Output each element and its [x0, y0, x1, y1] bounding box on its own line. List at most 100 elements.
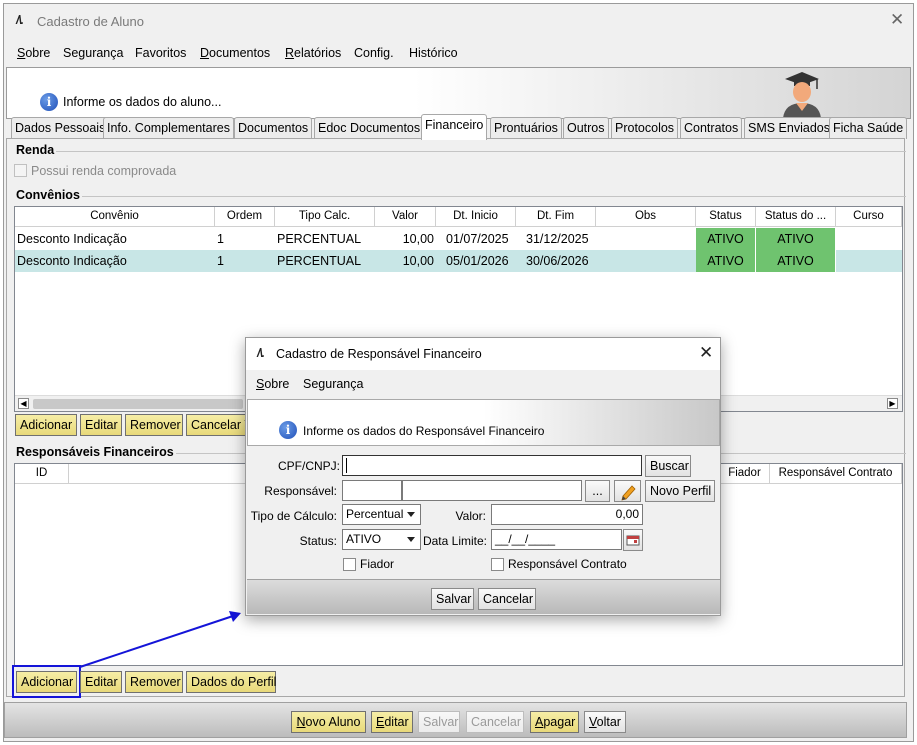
cpf-input[interactable]: [342, 455, 642, 476]
dialog-cancelar-button[interactable]: Cancelar: [478, 588, 536, 610]
voltar-button[interactable]: Voltar: [584, 711, 626, 733]
scroll-right-icon[interactable]: ▶: [887, 398, 898, 409]
responsavel-name-input[interactable]: [402, 480, 582, 501]
cell-inicio: 05/01/2026: [446, 254, 509, 268]
tab-dados-pessoais[interactable]: Dados Pessoais: [11, 117, 110, 139]
dialog-menu-sobre[interactable]: Sobre: [256, 377, 289, 391]
calendar-icon[interactable]: [623, 529, 643, 551]
tab-financeiro[interactable]: Financeiro: [421, 114, 488, 140]
menu-historico[interactable]: Histórico: [409, 46, 458, 60]
responsavel-dialog: /\. Cadastro de Responsável Financeiro ✕…: [245, 337, 721, 616]
novo-perfil-button[interactable]: Novo Perfil: [645, 480, 715, 502]
fiador-checkbox[interactable]: [343, 558, 356, 571]
col-responsavel-contrato[interactable]: Responsável Contrato: [770, 464, 902, 484]
convenios-remover-button[interactable]: Remover: [125, 414, 183, 436]
cell-ordem: 1: [217, 232, 224, 246]
table-row[interactable]: Desconto Indicação 1 PERCENTUAL 10,00 01…: [15, 228, 902, 250]
col-dt-fim[interactable]: Dt. Fim: [516, 207, 596, 227]
info-banner: i Informe os dados do aluno...: [6, 67, 911, 119]
dialog-title-bar: /\. Cadastro de Responsável Financeiro ✕: [246, 338, 720, 370]
cell-status: ATIVO: [696, 250, 756, 272]
responsavel-contrato-checkbox[interactable]: [491, 558, 504, 571]
editar-button[interactable]: Editar: [371, 711, 413, 733]
tab-outros[interactable]: Outros: [563, 117, 609, 139]
tab-protocolos[interactable]: Protocolos: [611, 117, 679, 139]
renda-checkbox[interactable]: [14, 164, 27, 177]
tab-contratos[interactable]: Contratos: [680, 117, 743, 139]
dialog-menu-seguranca[interactable]: Segurança: [303, 377, 363, 391]
col-ordem[interactable]: Ordem: [215, 207, 275, 227]
buscar-button[interactable]: Buscar: [645, 455, 691, 477]
tipo-calculo-select[interactable]: Percentual: [342, 504, 421, 525]
dialog-salvar-button[interactable]: Salvar: [431, 588, 474, 610]
data-limite-input[interactable]: __/__/____: [491, 529, 622, 550]
responsaveis-editar-button[interactable]: Editar: [80, 671, 122, 693]
cell-tipo: PERCENTUAL: [277, 232, 362, 246]
menu-favoritos[interactable]: Favoritos: [135, 46, 186, 60]
convenios-adicionar-button[interactable]: Adicionar: [15, 414, 77, 436]
status-select[interactable]: ATIVO: [342, 529, 421, 550]
dialog-close-icon[interactable]: ✕: [699, 343, 713, 363]
menu-relatorios[interactable]: Relatórios: [285, 46, 341, 60]
app-logo-icon: /\.: [16, 13, 24, 27]
novo-aluno-button[interactable]: Novo Aluno: [291, 711, 366, 733]
cell-fim: 31/12/2025: [526, 232, 589, 246]
col-obs[interactable]: Obs: [596, 207, 696, 227]
col-status[interactable]: Status: [696, 207, 756, 227]
col-status-do[interactable]: Status do ...: [756, 207, 836, 227]
menu-documentos[interactable]: Documentos: [200, 46, 270, 60]
responsaveis-group-title: Responsáveis Financeiros: [16, 445, 176, 459]
cell-convenio: Desconto Indicação: [17, 254, 127, 268]
tab-prontuarios[interactable]: Prontuários: [490, 117, 562, 139]
tab-sms-enviados[interactable]: SMS Enviados: [744, 117, 834, 139]
cancelar-button[interactable]: Cancelar: [466, 711, 524, 733]
edit-pencil-icon[interactable]: [614, 480, 641, 502]
col-valor[interactable]: Valor: [375, 207, 436, 227]
col-convenio[interactable]: Convênio: [15, 207, 215, 227]
col-tipo-calc[interactable]: Tipo Calc.: [275, 207, 375, 227]
col-dt-inicio[interactable]: Dt. Inicio: [436, 207, 516, 227]
cell-inicio: 01/07/2025: [446, 232, 509, 246]
tab-documentos[interactable]: Documentos: [234, 117, 313, 139]
col-fiador[interactable]: Fiador: [720, 464, 770, 484]
text-cursor: [346, 458, 347, 473]
responsaveis-remover-button[interactable]: Remover: [125, 671, 183, 693]
info-icon: i: [40, 93, 58, 111]
menu-seguranca[interactable]: Segurança: [63, 46, 123, 60]
cpf-label: CPF/CNPJ:: [277, 459, 340, 473]
responsavel-code-input[interactable]: [342, 480, 402, 501]
col-curso[interactable]: Curso: [836, 207, 902, 227]
apagar-button[interactable]: Apagar: [530, 711, 579, 733]
dialog-logo-icon: /\.: [257, 346, 265, 360]
salvar-button[interactable]: Salvar: [418, 711, 460, 733]
tab-edoc-documentos[interactable]: Edoc Documentos: [314, 117, 425, 139]
cell-fim: 30/06/2026: [526, 254, 589, 268]
window-title: Cadastro de Aluno: [37, 14, 144, 29]
dados-do-perfil-button[interactable]: Dados do Perfil: [186, 671, 276, 693]
menu-bar: Sobre Segurança Favoritos Documentos Rel…: [4, 39, 913, 67]
tab-ficha-saude[interactable]: Ficha Saúde: [829, 117, 908, 139]
responsavel-lookup-button[interactable]: ...: [585, 480, 610, 502]
scroll-left-icon[interactable]: ◀: [18, 398, 29, 409]
table-row-selected[interactable]: Desconto Indicação 1 PERCENTUAL 10,00 05…: [15, 250, 902, 272]
status-label: Status:: [299, 534, 337, 548]
menu-sobre[interactable]: Sobre: [17, 46, 50, 60]
valor-input[interactable]: 0,00: [491, 504, 643, 525]
cell-status-do: ATIVO: [756, 228, 836, 250]
cell-convenio: Desconto Indicação: [17, 232, 127, 246]
scroll-thumb[interactable]: [33, 399, 243, 409]
col-id[interactable]: ID: [15, 464, 69, 484]
tipo-calculo-label: Tipo de Cálculo:: [250, 509, 337, 523]
cell-status-do: ATIVO: [756, 250, 836, 272]
close-icon[interactable]: ✕: [890, 10, 904, 30]
convenios-editar-button[interactable]: Editar: [80, 414, 122, 436]
renda-checkbox-label: Possui renda comprovada: [31, 164, 177, 178]
fiador-label: Fiador: [360, 557, 395, 571]
cell-ordem: 1: [217, 254, 224, 268]
tab-info-complementares[interactable]: Info. Complementares: [103, 117, 234, 139]
menu-config[interactable]: Config.: [354, 46, 394, 60]
responsaveis-adicionar-button[interactable]: Adicionar: [16, 671, 77, 693]
renda-group-title: Renda: [16, 143, 57, 157]
dialog-banner-text: Informe os dados do Responsável Financei…: [303, 424, 545, 438]
banner-text: Informe os dados do aluno...: [63, 95, 222, 109]
